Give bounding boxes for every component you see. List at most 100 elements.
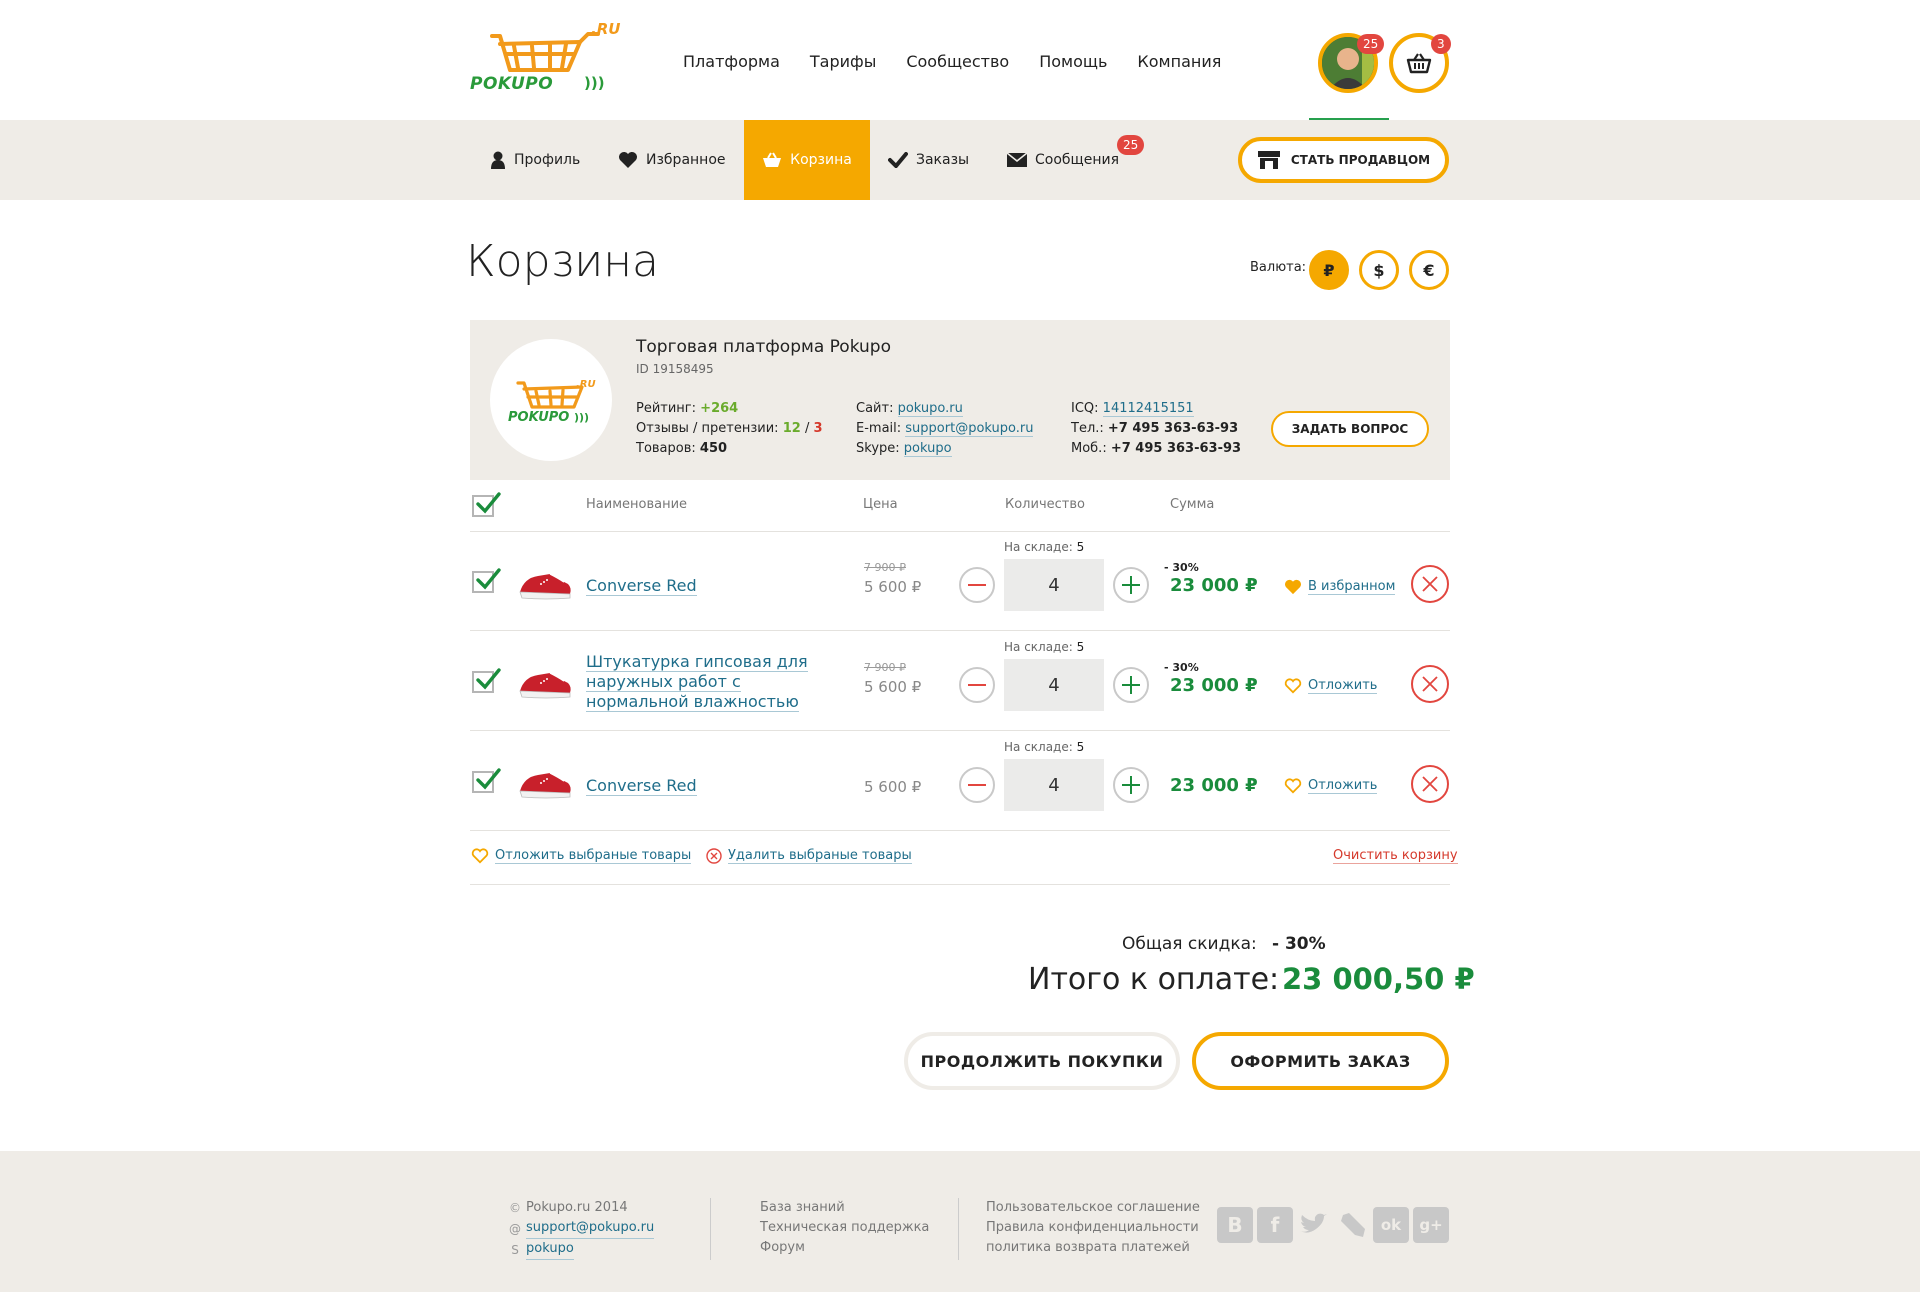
facebook-icon[interactable]: f: [1257, 1207, 1293, 1243]
seller-stats: Рейтинг: +264 Отзывы / претензии: 12 / 3…: [636, 399, 823, 459]
odnoklassniki-icon[interactable]: ok: [1373, 1207, 1409, 1243]
decrease-qty-button[interactable]: [959, 767, 995, 803]
product-thumbnail[interactable]: [516, 667, 574, 701]
product-thumbnail[interactable]: [516, 568, 574, 602]
skype-icon: S: [511, 1242, 519, 1257]
ask-question-button[interactable]: ЗАДАТЬ ВОПРОС: [1271, 411, 1429, 447]
quantity-input[interactable]: 4: [1004, 559, 1104, 611]
close-icon: [1422, 776, 1438, 792]
row-checkbox[interactable]: [472, 568, 501, 593]
subnav-favorites[interactable]: Избранное: [618, 120, 726, 200]
stock: На складе: 5: [1004, 740, 1084, 754]
row-checkbox[interactable]: [472, 668, 501, 693]
nav-community[interactable]: Сообщество: [906, 52, 1009, 71]
delete-selected-button[interactable]: Удалить выбраные товары: [706, 848, 912, 864]
col-price: Цена: [863, 497, 898, 512]
vk-icon[interactable]: В: [1217, 1207, 1253, 1243]
old-price: 7 900 ₽: [864, 661, 906, 674]
logo-ru: .RU: [591, 20, 621, 38]
stock-label: На складе:: [1004, 540, 1073, 554]
footer-link-agreement[interactable]: Пользовательское соглашение: [986, 1198, 1200, 1218]
defer-selected-button[interactable]: Отложить выбраные товары: [471, 848, 692, 864]
divider: [470, 830, 1450, 831]
tel-label: Тел.:: [1071, 421, 1104, 436]
seller-id: ID 19158495: [636, 362, 714, 376]
close-icon: [1422, 576, 1438, 592]
site-link[interactable]: pokupo.ru: [897, 401, 963, 417]
nav-company[interactable]: Компания: [1137, 52, 1221, 71]
footer-email-link[interactable]: support@pokupo.ru: [526, 1218, 655, 1239]
product-thumbnail[interactable]: [516, 767, 574, 801]
increase-qty-button[interactable]: [1113, 767, 1149, 803]
minus-icon: [968, 784, 986, 786]
shop-icon: [1257, 151, 1280, 169]
icq-link[interactable]: 14112415151: [1102, 401, 1194, 417]
decrease-qty-button[interactable]: [959, 667, 995, 703]
checkmark-icon: [476, 492, 501, 514]
checkout-button[interactable]: ОФОРМИТЬ ЗАКАЗ: [1192, 1032, 1449, 1090]
product-name-link[interactable]: Converse Red: [586, 576, 836, 596]
increase-qty-button[interactable]: [1113, 567, 1149, 603]
stock-value: 5: [1076, 740, 1085, 754]
currency-usd-button[interactable]: $: [1359, 250, 1399, 290]
reviews-label: Отзывы / претензии:: [636, 421, 779, 436]
livejournal-icon[interactable]: [1335, 1207, 1371, 1243]
subnav-favorites-label: Избранное: [646, 152, 726, 168]
reviews-sep: /: [804, 421, 810, 436]
svg-text:))): ))): [574, 411, 589, 424]
favorite-toggle[interactable]: В избранном: [1284, 579, 1396, 595]
pokupo-logo[interactable]: .RU POKUPO ))): [470, 20, 620, 98]
favorite-toggle[interactable]: Отложить: [1284, 678, 1378, 694]
footer-skype-link[interactable]: pokupo: [526, 1239, 574, 1260]
currency-rub-button[interactable]: ₽: [1309, 250, 1349, 290]
row-checkbox[interactable]: [472, 768, 501, 793]
decrease-qty-button[interactable]: [959, 567, 995, 603]
row-sum: 23 000 ₽: [1170, 675, 1258, 696]
quantity-input[interactable]: 4: [1004, 759, 1104, 811]
skype-link[interactable]: pokupo: [903, 441, 952, 457]
footer-link-privacy[interactable]: Правила конфиденциальности: [986, 1218, 1200, 1238]
stock-label: На складе:: [1004, 640, 1073, 654]
tel-value: +7 495 363-63-93: [1107, 421, 1239, 436]
footer-link-knowledge[interactable]: База знаний: [760, 1198, 929, 1218]
twitter-icon[interactable]: [1295, 1207, 1331, 1243]
clear-cart-link[interactable]: Очистить корзину: [1333, 848, 1458, 864]
remove-item-button[interactable]: [1411, 765, 1449, 803]
googleplus-icon[interactable]: g+: [1413, 1207, 1449, 1243]
footer-link-refund[interactable]: политика возврата платежей: [986, 1238, 1200, 1258]
product-name-link[interactable]: Штукатурка гипсовая для наружных работ с…: [586, 652, 836, 712]
currency-eur-button[interactable]: €: [1409, 250, 1449, 290]
plus-icon: [1122, 676, 1140, 694]
footer-link-support[interactable]: Техническая поддержка: [760, 1218, 929, 1238]
increase-qty-button[interactable]: [1113, 667, 1149, 703]
remove-item-button[interactable]: [1411, 565, 1449, 603]
nav-help[interactable]: Помощь: [1039, 52, 1107, 71]
subnav-orders[interactable]: Заказы: [888, 120, 969, 200]
skype-label: Skype:: [856, 441, 900, 456]
nav-platform[interactable]: Платформа: [683, 52, 780, 71]
continue-shopping-button[interactable]: ПРОДОЛЖИТЬ ПОКУПКИ: [904, 1032, 1180, 1090]
stock-value: 5: [1076, 540, 1085, 554]
become-seller-button[interactable]: СТАТЬ ПРОДАВЦОМ: [1238, 137, 1449, 183]
nav-tariffs[interactable]: Тарифы: [810, 52, 876, 71]
subnav-cart[interactable]: Корзина: [744, 120, 870, 200]
at-icon: @: [509, 1221, 521, 1236]
subnav-profile-label: Профиль: [514, 152, 581, 168]
row-sum: 23 000 ₽: [1170, 575, 1258, 596]
product-name: Converse Red: [586, 776, 697, 796]
product-name-link[interactable]: Converse Red: [586, 776, 836, 796]
quantity-input[interactable]: 4: [1004, 659, 1104, 711]
seller-logo[interactable]: .RU POKUPO ))): [490, 339, 612, 461]
remove-item-button[interactable]: [1411, 665, 1449, 703]
goods-label: Товаров:: [636, 441, 696, 456]
subnav-messages[interactable]: Сообщения: [1007, 120, 1119, 200]
subnav-profile[interactable]: Профиль: [490, 120, 580, 200]
total-value: 23 000,50 ₽: [1282, 962, 1475, 996]
email-label: E-mail:: [856, 421, 902, 436]
divider: [470, 630, 1450, 631]
email-link[interactable]: support@pokupo.ru: [905, 421, 1034, 437]
select-all-checkbox[interactable]: [472, 492, 501, 517]
footer-link-forum[interactable]: Форум: [760, 1238, 929, 1258]
favorite-toggle[interactable]: Отложить: [1284, 778, 1378, 794]
divider: [470, 884, 1450, 885]
